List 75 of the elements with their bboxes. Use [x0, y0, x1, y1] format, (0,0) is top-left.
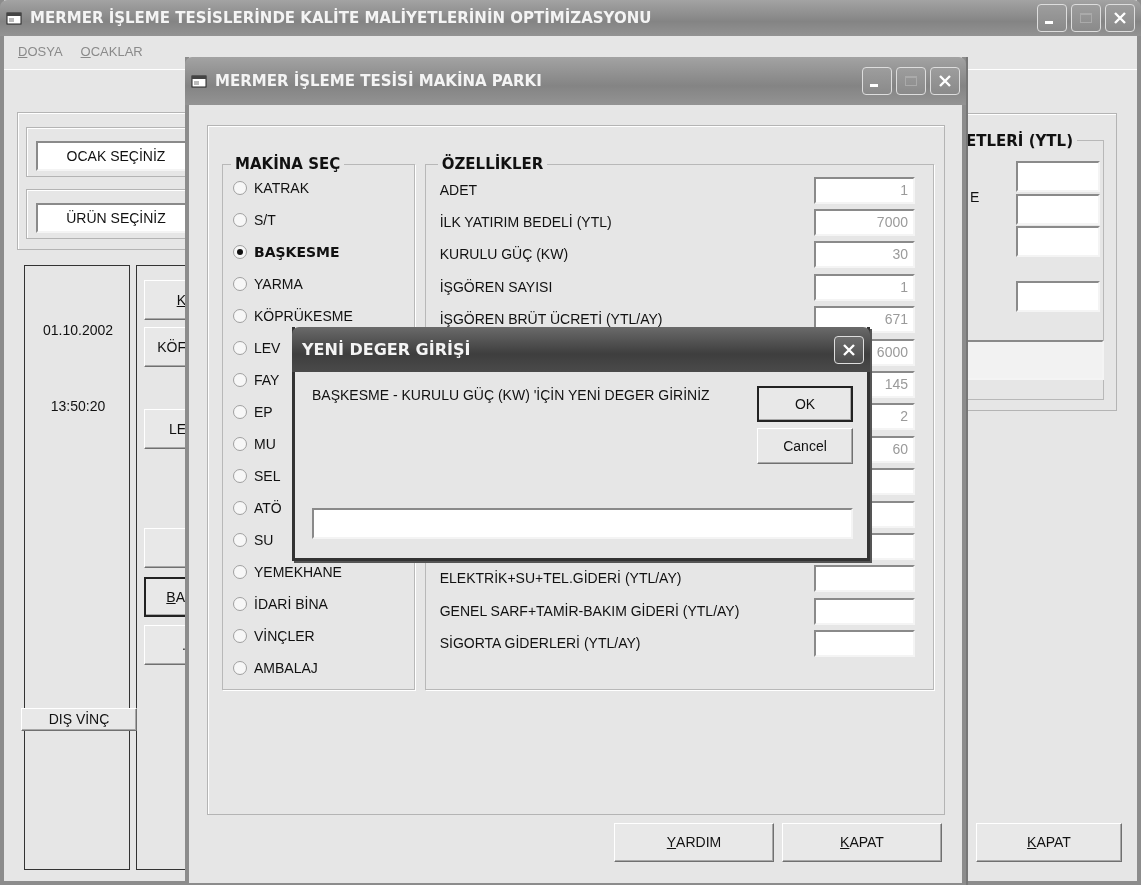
prompt-text: BAŞKESME - KURULU GÜÇ (KW) 'İÇİN YENİ DEGER GİRİNİZ	[312, 386, 711, 405]
option-label[interactable]: YARMA	[254, 273, 303, 295]
option-label[interactable]: MU	[254, 433, 276, 455]
radio-button[interactable]	[233, 469, 247, 483]
close-button[interactable]	[930, 67, 960, 95]
dialog-button[interactable]: KAPAT	[782, 823, 942, 862]
value-field[interactable]	[814, 630, 915, 658]
maximize-icon	[1079, 11, 1093, 25]
crane-button[interactable]: DIŞ VİNÇ	[21, 708, 137, 731]
window-title: MERMER İŞLEME TESİSİ MAKİNA PARKI	[215, 70, 543, 92]
option-label[interactable]: İDARİ BİNA	[254, 593, 328, 615]
value-field[interactable]	[1016, 281, 1100, 312]
option-label[interactable]: SU	[254, 529, 274, 551]
property-label: ADET	[439, 180, 478, 200]
radio-button[interactable]	[233, 629, 247, 643]
dialog-button[interactable]: YARDIM	[614, 823, 774, 862]
window-title: MERMER İŞLEME TESİSLERİNDE KALİTE MALİYETLERİNİN OPTİMİZASYONU	[30, 7, 653, 29]
radio-button[interactable]	[233, 405, 247, 419]
close-icon	[1113, 11, 1127, 25]
property-label: ELEKTRİK+SU+TEL.GİDERİ (YTL/AY)	[439, 569, 682, 589]
date-label: 01.10.2002	[41, 321, 115, 340]
field-label: E	[970, 188, 980, 207]
value-field[interactable]	[966, 340, 1104, 380]
dialog-title: YENİ DEGER GİRİŞİ	[302, 338, 472, 361]
option-label[interactable]: BAŞKESME	[254, 241, 340, 263]
maximize-icon	[904, 74, 918, 88]
property-label: KURULU GÜÇ (KW)	[439, 245, 569, 265]
minimize-icon	[1045, 21, 1053, 24]
property-label: İŞGÖREN BRÜT ÜCRETİ (YTL/AY)	[439, 310, 663, 330]
option-label[interactable]: SEL	[254, 465, 281, 487]
option-label[interactable]: LEV	[254, 337, 281, 359]
radio-button[interactable]	[233, 245, 247, 259]
value-field[interactable]	[1016, 226, 1100, 257]
value-field[interactable]	[1016, 194, 1100, 225]
option-label[interactable]: FAY	[254, 369, 280, 391]
radio-button[interactable]	[233, 661, 247, 675]
option-label[interactable]: EP	[254, 401, 273, 423]
value-field[interactable]	[1016, 161, 1100, 192]
property-label: İLK YATIRIM BEDELİ (YTL)	[439, 213, 612, 233]
radio-button[interactable]	[233, 373, 247, 387]
close-icon	[938, 74, 952, 88]
radio-button[interactable]	[233, 565, 247, 579]
radio-button[interactable]	[233, 437, 247, 451]
radio-button[interactable]	[233, 181, 247, 195]
time-label: 13:50:20	[49, 397, 107, 416]
dialog-button[interactable]: OK	[757, 386, 853, 422]
close-button[interactable]: KAPAT	[976, 823, 1122, 862]
window-icon	[6, 11, 22, 25]
option-label[interactable]: ATÖ	[254, 497, 282, 519]
radio-button[interactable]	[233, 277, 247, 291]
radio-button[interactable]	[233, 213, 247, 227]
radio-button[interactable]	[233, 309, 247, 323]
property-label: GENEL SARF+TAMİR-BAKIM GİDERİ (YTL/AY)	[439, 601, 740, 621]
window-icon	[191, 74, 207, 88]
minimize-icon	[870, 84, 878, 87]
dialog-button[interactable]: Cancel	[757, 428, 853, 464]
value-field[interactable]	[814, 565, 915, 593]
option-label[interactable]: S/T	[254, 209, 276, 231]
minimize-button[interactable]	[862, 67, 892, 95]
option-label[interactable]: AMBALAJ	[254, 657, 318, 679]
radio-button[interactable]	[233, 597, 247, 611]
option-label[interactable]: VİNÇLER	[254, 625, 315, 647]
minimize-button[interactable]	[1037, 4, 1067, 32]
close-icon	[842, 342, 856, 357]
input-field[interactable]	[312, 508, 853, 539]
radio-button[interactable]	[233, 501, 247, 515]
property-label: İŞGÖREN SAYISI	[439, 277, 553, 297]
option-label[interactable]: KATRAK	[254, 177, 309, 199]
radio-button[interactable]	[233, 533, 247, 547]
option-label[interactable]: YEMEKHANE	[254, 561, 342, 583]
option-label[interactable]: KÖPRÜKESME	[254, 305, 353, 327]
value-field[interactable]	[814, 597, 915, 625]
property-label: SİGORTA GİDERLERİ (YTL/AY)	[439, 634, 641, 654]
radio-button[interactable]	[233, 341, 247, 355]
close-button[interactable]	[834, 335, 864, 364]
